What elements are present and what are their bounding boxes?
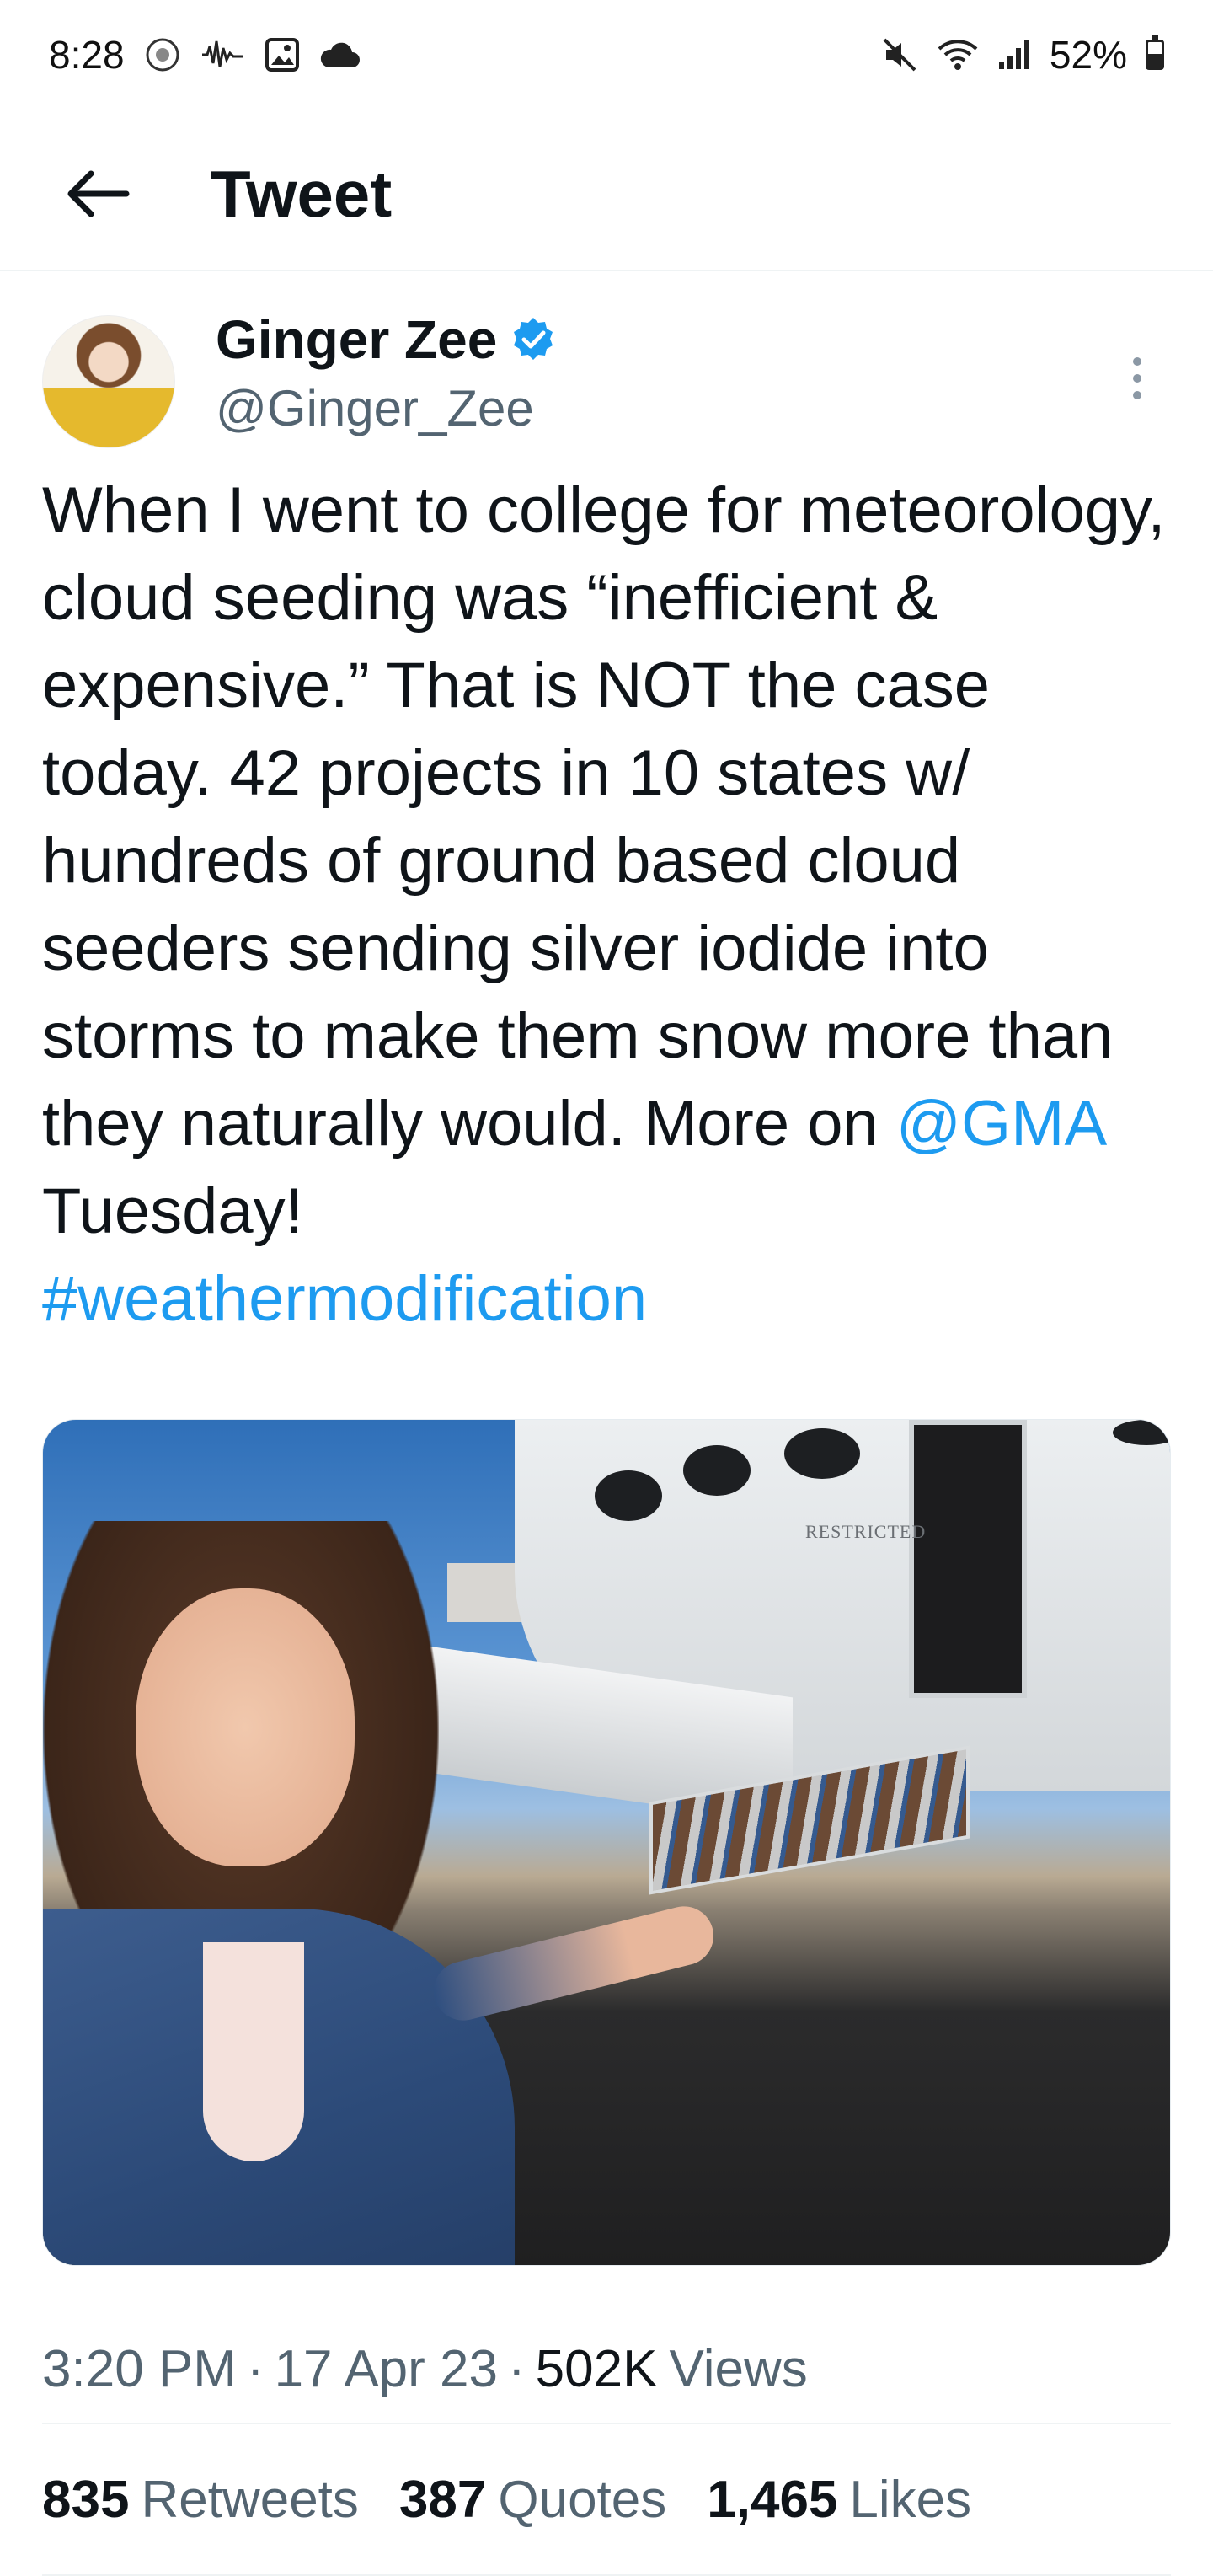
photo-plane-window	[784, 1428, 860, 1479]
likes-label: Likes	[849, 2470, 972, 2529]
avatar[interactable]	[42, 315, 175, 448]
quotes-count: 387	[398, 2470, 487, 2529]
author-handle[interactable]: @Ginger_Zee	[216, 379, 534, 437]
tweet-text-end: Tuesday!	[42, 1176, 303, 1247]
tweet-meta: 3:20 PM · 17 Apr 23 · 502K Views	[42, 2315, 1171, 2424]
image-icon	[265, 37, 300, 72]
app-badge-icon	[143, 35, 182, 74]
views-label: Views	[669, 2339, 808, 2398]
retweets-label: Retweets	[141, 2470, 359, 2529]
more-dot-icon	[1133, 357, 1141, 366]
views-count: 502K	[535, 2339, 658, 2398]
status-time: 8:28	[49, 33, 125, 77]
tweet-text-main: When I went to college for meteorology, …	[42, 474, 1166, 1159]
tweet-text: When I went to college for meteorology, …	[42, 467, 1171, 1343]
battery-icon	[1146, 35, 1164, 70]
signal-icon	[997, 39, 1031, 71]
quotes-label: Quotes	[498, 2470, 667, 2529]
photo-plane-window	[683, 1445, 751, 1496]
photo-person-collar	[203, 1942, 304, 2161]
photo-plane-door	[909, 1420, 1027, 1698]
back-button[interactable]	[51, 147, 143, 240]
retweets-count: 835	[42, 2470, 130, 2529]
author-name-row: Ginger Zee	[216, 308, 558, 371]
more-options-button[interactable]	[1112, 340, 1162, 416]
mention-link[interactable]: @GMA	[896, 1088, 1103, 1159]
status-bar: 8:28 52%	[0, 0, 1213, 110]
photo-person-arm	[427, 1899, 720, 2027]
tweet-time[interactable]: 3:20 PM	[42, 2339, 237, 2399]
battery-percent: 52%	[1049, 33, 1127, 77]
author-name[interactable]: Ginger Zee	[216, 308, 497, 371]
mute-icon	[881, 36, 918, 73]
more-dot-icon	[1133, 374, 1141, 383]
verified-badge-icon	[509, 315, 558, 364]
wifi-icon	[937, 38, 979, 72]
meta-separator: ·	[246, 2339, 265, 2398]
photo-plane-window	[595, 1470, 662, 1521]
author-row: Ginger Zee @Ginger_Zee	[42, 273, 1171, 467]
tweet-stats: 835 Retweets 387 Quotes 1,465 Likes	[42, 2424, 1171, 2576]
likes-count: 1,465	[707, 2470, 838, 2529]
status-right: 52%	[881, 32, 1164, 78]
cloud-icon	[318, 40, 361, 69]
meta-separator: ·	[508, 2339, 526, 2398]
quotes-stat[interactable]: 387 Quotes	[399, 2470, 666, 2530]
app-header: Tweet	[0, 118, 1213, 271]
more-dot-icon	[1133, 391, 1141, 399]
page-title: Tweet	[211, 156, 393, 231]
photo-person-face	[136, 1588, 355, 1866]
likes-stat[interactable]: 1,465 Likes	[707, 2470, 971, 2530]
status-left: 8:28	[49, 32, 361, 78]
tweet-date[interactable]: 17 Apr 23	[275, 2339, 498, 2399]
tweet-photo[interactable]: RESTRICTED	[42, 1419, 1171, 2266]
arrow-left-icon	[67, 170, 130, 217]
hashtag-link[interactable]: #weathermodification	[42, 1263, 647, 1335]
waveform-icon	[200, 38, 246, 72]
photo-restricted-label: RESTRICTED	[805, 1521, 927, 1542]
retweets-stat[interactable]: 835 Retweets	[42, 2470, 359, 2530]
tweet-detail: Ginger Zee @Ginger_Zee When I went to co…	[0, 273, 1213, 2576]
